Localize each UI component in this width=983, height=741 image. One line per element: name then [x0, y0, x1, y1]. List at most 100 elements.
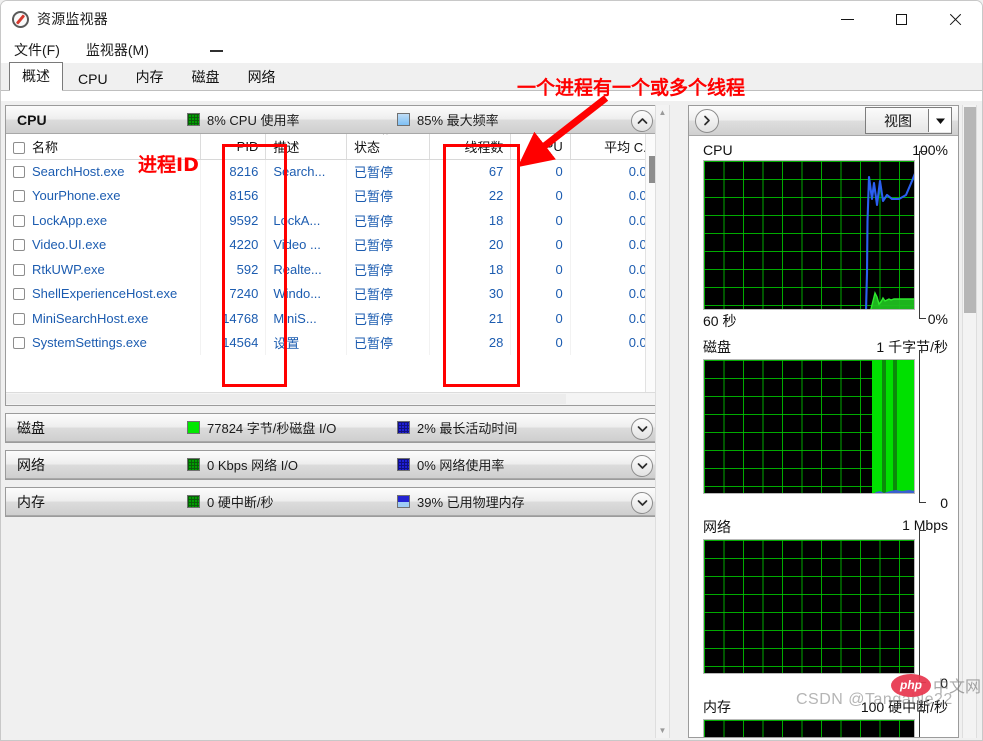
disk-section-header[interactable]: 磁盘 77824 字节/秒磁盘 I/O 2% 最长活动时间 [6, 414, 662, 442]
maximize-button[interactable] [874, 1, 928, 37]
cell-status: 已暂停 [346, 330, 430, 355]
table-row[interactable]: ShellExperienceHost.exe 7240 Windo... 已暂… [6, 281, 662, 306]
cell-cpu: 0 [510, 159, 571, 184]
disk-graph-max-label: 1 千字节/秒 [876, 339, 948, 355]
network-section-header[interactable]: 网络 0 Kbps 网络 I/O 0% 网络使用率 [6, 451, 662, 479]
cpu-maxfreq-text: 85% 最大频率 [417, 113, 499, 128]
disk-graph-labels: 磁盘 1 千字节/秒 [703, 337, 948, 359]
row-checkbox[interactable] [13, 337, 25, 350]
row-checkbox[interactable] [13, 263, 25, 276]
row-checkbox[interactable] [13, 312, 25, 325]
memory-section-header[interactable]: 内存 0 硬中断/秒 39% 已用物理内存 [6, 488, 662, 516]
view-button[interactable]: 视图 [865, 107, 952, 134]
network-io-swatch-icon [187, 458, 200, 471]
network-section-panel: 网络 0 Kbps 网络 I/O 0% 网络使用率 [5, 450, 663, 480]
sort-ascending-icon: ^ [382, 134, 388, 141]
scroll-up-icon[interactable]: ▲ [656, 105, 669, 120]
memory-graph-body [703, 710, 948, 737]
column-header-cpu[interactable]: CPU [510, 134, 571, 160]
disk-bar-1 [872, 360, 882, 493]
cell-name: Video.UI.exe [32, 237, 107, 253]
cpu-usage-text: 8% CPU 使用率 [207, 113, 300, 128]
process-table: 名称 PID 描述 ^ 状态 线程数 CPU 平均 C... SearchHos… [6, 134, 662, 355]
memory-graph-labels: 内存 100 硬中断/秒 [703, 697, 948, 719]
close-button[interactable] [928, 1, 982, 37]
cpu-usage-swatch-icon [187, 113, 200, 126]
menu-item-file[interactable]: 文件(F) [12, 39, 62, 61]
cpu-section-panel: CPU 8% CPU 使用率 85% 最大频率 名称 PID 描述 ^ 状态 线… [5, 105, 663, 406]
tab-disk[interactable]: 磁盘 [179, 63, 233, 91]
cpu-section-collapse-button[interactable] [631, 110, 653, 132]
menu-item-monitor[interactable]: 监视器(M) [84, 39, 151, 61]
table-row[interactable]: RtkUWP.exe 592 Realte... 已暂停 18 0 0.00 [6, 257, 662, 282]
table-row[interactable]: YourPhone.exe 8156 已暂停 22 0 0.00 [6, 183, 662, 208]
cell-cpu: 0 [510, 257, 571, 282]
memory-section-expand-button[interactable] [631, 492, 653, 514]
disk-active-text: 2% 最长活动时间 [417, 421, 518, 436]
minimize-button[interactable] [820, 1, 874, 37]
column-header-pid[interactable]: PID [200, 134, 267, 160]
tab-overview[interactable]: 概述 [9, 62, 63, 91]
row-checkbox[interactable] [13, 288, 25, 301]
left-pane: CPU 8% CPU 使用率 85% 最大频率 名称 PID 描述 ^ 状态 线… [1, 101, 684, 740]
left-pane-scrollbar[interactable]: ▲ ▼ [655, 105, 670, 738]
disk-graph-title: 磁盘 [703, 339, 731, 355]
table-row[interactable]: LockApp.exe 9592 LockA... 已暂停 18 0 0.00 [6, 208, 662, 233]
column-header-threads[interactable]: 线程数 [429, 134, 512, 160]
row-checkbox[interactable] [13, 166, 25, 178]
cell-description: MiniS... [265, 306, 347, 331]
network-graph-labels: 网络 1 Mbps [703, 517, 948, 539]
memory-used-swatch-icon [397, 495, 410, 508]
table-row[interactable]: SystemSettings.exe 14564 设置 已暂停 28 0 0.0… [6, 330, 662, 355]
disk-section-expand-button[interactable] [631, 418, 653, 440]
network-section-expand-button[interactable] [631, 455, 653, 477]
cell-cpu: 0 [510, 232, 571, 257]
disk-graph-body [703, 350, 948, 503]
network-graph-axis-bracket [919, 530, 929, 683]
cell-cpu: 0 [510, 208, 571, 233]
graph-panel-expand-button[interactable] [695, 108, 719, 133]
process-table-hscroll-thumb[interactable] [6, 394, 566, 404]
cell-status: 已暂停 [346, 159, 430, 184]
process-table-wrapper: 名称 PID 描述 ^ 状态 线程数 CPU 平均 C... SearchHos… [6, 134, 662, 392]
memory-graph-grid [704, 720, 914, 737]
table-row[interactable]: MiniSearchHost.exe 14768 MiniS... 已暂停 21… [6, 306, 662, 331]
tab-strip: 概述 CPU 内存 磁盘 网络 [1, 62, 982, 91]
process-table-horizontal-scrollbar[interactable] [6, 392, 662, 405]
cell-name: SearchHost.exe [32, 164, 125, 179]
tab-network[interactable]: 网络 [235, 63, 289, 91]
column-header-name[interactable]: 名称 [6, 134, 201, 160]
process-table-header-row: 名称 PID 描述 ^ 状态 线程数 CPU 平均 C... [6, 134, 662, 160]
table-row[interactable]: SearchHost.exe 8216 Search... 已暂停 67 0 0… [6, 159, 662, 184]
cell-status: 已暂停 [346, 208, 430, 233]
row-checkbox[interactable] [13, 214, 25, 227]
cpu-maxfreq-swatch-icon [397, 113, 410, 126]
cell-pid: 9592 [200, 208, 267, 233]
column-header-description[interactable]: 描述 [265, 134, 347, 160]
cpu-blue-line [865, 173, 914, 309]
column-header-status[interactable]: ^ 状态 [346, 134, 430, 160]
select-all-checkbox[interactable] [13, 141, 25, 154]
column-label-status: 状态 [353, 139, 380, 155]
tab-cpu[interactable]: CPU [65, 67, 121, 91]
right-pane-scrollbar[interactable] [962, 105, 977, 738]
title-bar: 资源监视器 [1, 1, 982, 37]
right-pane-scroll-thumb[interactable] [964, 107, 976, 313]
cpu-section-header[interactable]: CPU 8% CPU 使用率 85% 最大频率 [6, 106, 662, 134]
chevron-down-icon [637, 463, 647, 469]
cpu-graph-canvas [703, 160, 915, 310]
cell-cpu: 0 [510, 330, 571, 355]
disk-bar-gap-1 [882, 360, 886, 493]
disk-io-stat: 77824 字节/秒磁盘 I/O [187, 418, 397, 437]
chevron-right-icon [704, 115, 710, 126]
cpu-maxfreq-stat: 85% 最大频率 [397, 110, 499, 129]
tab-memory[interactable]: 内存 [123, 63, 177, 91]
table-row[interactable]: Video.UI.exe 4220 Video ... 已暂停 20 0 0.0… [6, 232, 662, 257]
scroll-down-icon[interactable]: ▼ [656, 723, 669, 738]
row-checkbox[interactable] [13, 239, 25, 252]
network-usage-swatch-icon [397, 458, 410, 471]
view-dropdown-button[interactable] [928, 109, 951, 132]
cell-pid: 8216 [200, 159, 267, 184]
cell-pid: 14564 [200, 330, 267, 355]
row-checkbox[interactable] [13, 190, 25, 203]
